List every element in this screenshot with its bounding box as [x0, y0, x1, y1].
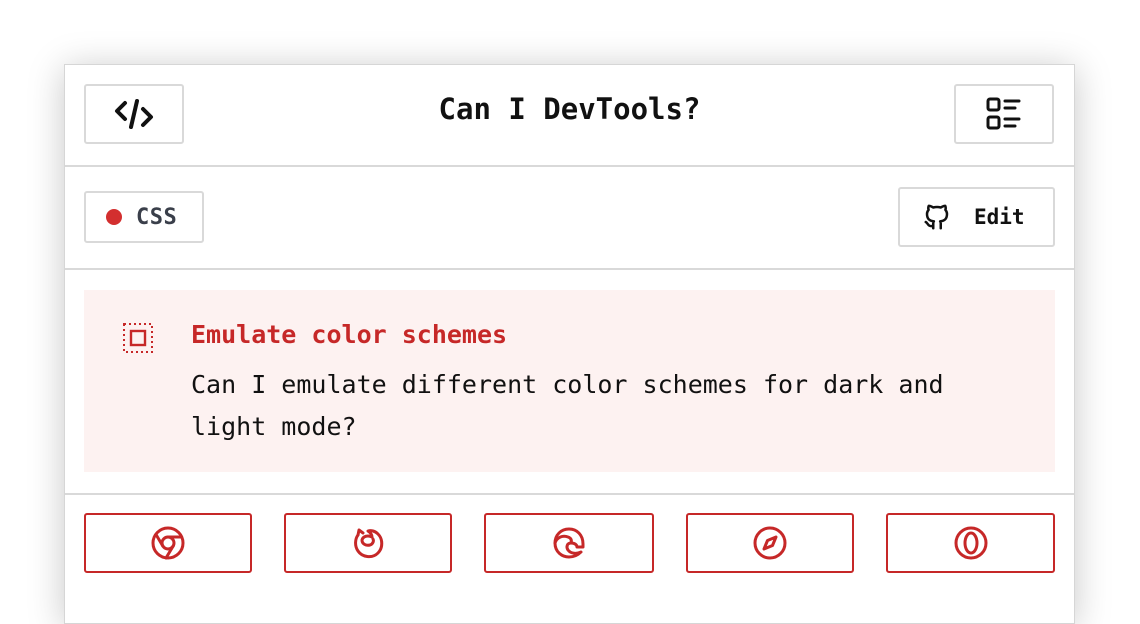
list-menu-icon: [986, 97, 1021, 130]
browser-button-edge[interactable]: [484, 513, 654, 573]
feature-callout: Emulate color schemes Can I emulate diff…: [84, 290, 1055, 472]
edge-icon: [553, 527, 585, 559]
github-icon: [924, 204, 949, 230]
edit-label: Edit: [974, 205, 1025, 229]
card-header: Can I DevTools?: [65, 65, 1074, 167]
browser-button-chrome[interactable]: [84, 513, 252, 573]
code-icon: [115, 99, 153, 129]
meta-bar: CSS Edit: [65, 167, 1074, 270]
feature-description: Can I emulate different color schemes fo…: [191, 370, 944, 441]
chrome-icon: [151, 526, 185, 560]
opera-icon: [954, 526, 987, 560]
edit-button[interactable]: Edit: [898, 187, 1055, 247]
page-title: Can I DevTools?: [438, 92, 701, 126]
category-label: CSS: [136, 204, 178, 230]
browser-button-firefox[interactable]: [284, 513, 452, 573]
firefox-icon: [354, 528, 384, 559]
menu-button[interactable]: [954, 84, 1054, 144]
feature-section: Emulate color schemes Can I emulate diff…: [65, 270, 1074, 495]
browser-button-safari[interactable]: [686, 513, 854, 573]
category-color-dot: [106, 209, 122, 225]
dotted-frame-icon: [123, 323, 153, 353]
category-badge[interactable]: CSS: [84, 191, 204, 243]
safari-icon: [753, 526, 787, 560]
browser-button-opera[interactable]: [886, 513, 1055, 573]
browser-list: [84, 513, 1055, 573]
code-button[interactable]: [84, 84, 184, 144]
feature-title: Emulate color schemes: [191, 320, 508, 349]
feature-card: Can I DevTools? CSS Edit Emulate color s…: [64, 64, 1075, 624]
